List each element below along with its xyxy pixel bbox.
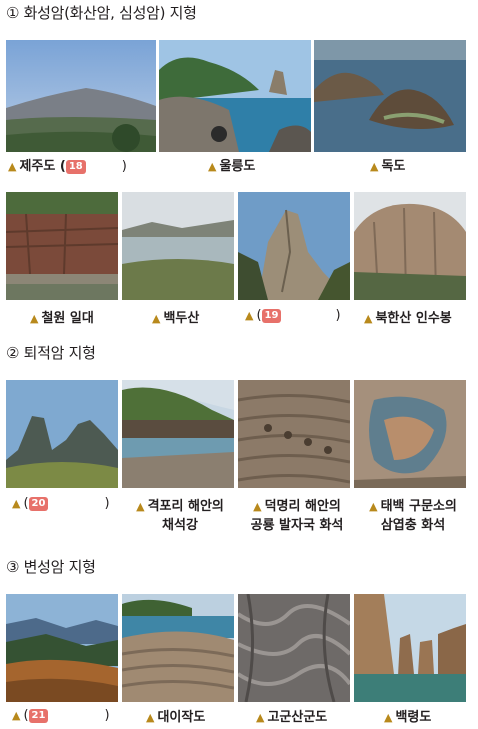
caption-ulleung: ▲ 울릉도 [208, 157, 255, 176]
caption-line2: 공룡 발자국 화석 [250, 518, 344, 533]
caption-dokdo: ▲ 독도 [370, 157, 405, 176]
photo-question-21 [6, 594, 118, 702]
caption-close: ) [335, 308, 341, 323]
section-marker: ③ [6, 558, 20, 576]
triangle-icon: ▲ [208, 160, 217, 173]
triangle-icon: ▲ [253, 500, 262, 513]
photo-ulleung [159, 40, 311, 152]
caption-text: 독도 [381, 159, 406, 174]
caption-deokmyeong: ▲ 덕명리 해안의 공룡 발자국 화석 [240, 497, 354, 535]
question-badge: 19 [261, 309, 282, 323]
caption-bukhan: ▲ 북한산 인수봉 [364, 309, 452, 328]
caption-line1: 태백 구문소의 [380, 499, 457, 514]
triangle-icon: ▲ [136, 500, 145, 513]
photo-cheorwon [6, 192, 118, 300]
triangle-icon: ▲ [8, 160, 17, 173]
triangle-icon: ▲ [256, 711, 265, 724]
triangle-icon: ▲ [369, 500, 378, 513]
caption-cheorwon: ▲ 철원 일대 [30, 309, 94, 328]
caption-open: ( [23, 496, 29, 511]
caption-text: 제주도 ( [19, 159, 66, 174]
question-badge: 18 [65, 160, 86, 174]
caption-text: 대이작도 [157, 710, 206, 725]
caption-taebaek: ▲ 태백 구문소의 삼엽충 화석 [356, 497, 470, 535]
photo-taebaek [354, 380, 466, 488]
caption-text: 백령도 [395, 710, 432, 725]
question-badge: 20 [28, 497, 49, 511]
caption-close: ) [121, 159, 127, 174]
section-marker: ② [6, 344, 20, 362]
section-title-text: 퇴적암 지형 [23, 344, 96, 362]
caption-open: ( [256, 308, 262, 323]
triangle-icon: ▲ [12, 709, 21, 722]
triangle-icon: ▲ [370, 160, 379, 173]
triangle-icon: ▲ [152, 312, 161, 325]
caption-gyeokpo: ▲ 격포리 해안의 채석강 [122, 497, 238, 535]
triangle-icon: ▲ [12, 497, 21, 510]
photo-deokmyeong [238, 380, 350, 488]
section-title-sedimentary: ② 퇴적암 지형 [6, 344, 96, 362]
section-title-metamorphic: ③ 변성암 지형 [6, 558, 96, 576]
caption-line1: 격포리 해안의 [147, 499, 224, 514]
photo-bukhan [354, 192, 466, 300]
photo-gyeokpo [122, 380, 234, 488]
photo-question-19 [238, 192, 350, 300]
section-title-text: 변성암 지형 [23, 558, 96, 576]
caption-close: ) [104, 708, 110, 723]
caption-baekdu: ▲ 백두산 [152, 309, 199, 328]
section-title-igneous: ① 화성암(화산암, 심성암) 지형 [6, 4, 197, 22]
caption-jeju: ▲ 제주도 (18) [8, 157, 127, 176]
question-badge: 21 [28, 709, 49, 723]
caption-text: 철원 일대 [41, 311, 94, 326]
caption-gogunsan: ▲ 고군산군도 [256, 708, 327, 727]
section-title-text: 화성암(화산암, 심성암) 지형 [23, 4, 197, 22]
caption-question-21: ▲(21) [12, 706, 110, 725]
caption-line1: 덕명리 해안의 [264, 499, 341, 514]
caption-line2: 채석강 [162, 518, 198, 533]
caption-open: ( [23, 708, 29, 723]
caption-line2: 삼엽충 화석 [380, 518, 446, 533]
section-marker: ① [6, 4, 20, 22]
caption-text: 고군산군도 [267, 710, 328, 725]
triangle-icon: ▲ [384, 711, 393, 724]
triangle-icon: ▲ [364, 312, 373, 325]
caption-text: 북한산 인수봉 [375, 311, 452, 326]
caption-daeijak: ▲ 대이작도 [146, 708, 205, 727]
photo-baekdu [122, 192, 234, 300]
caption-baengnyeong: ▲ 백령도 [384, 708, 431, 727]
photo-jeju [6, 40, 156, 152]
triangle-icon: ▲ [245, 309, 254, 322]
caption-text: 울릉도 [219, 159, 256, 174]
caption-question-20: ▲(20) [12, 494, 110, 513]
photo-baengnyeong [354, 594, 466, 702]
caption-question-19: ▲(19) [245, 306, 341, 325]
triangle-icon: ▲ [30, 312, 39, 325]
photo-question-20 [6, 380, 118, 488]
photo-daeijak [122, 594, 234, 702]
caption-text: 백두산 [163, 311, 200, 326]
photo-dokdo [314, 40, 466, 152]
triangle-icon: ▲ [146, 711, 155, 724]
photo-gogunsan [238, 594, 350, 702]
caption-close: ) [104, 496, 110, 511]
